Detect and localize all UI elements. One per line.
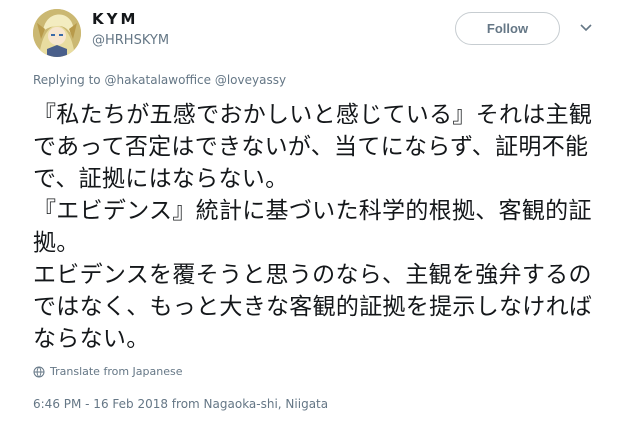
tweet-card: KYM @HRHSKYM Follow Replying to @hakatal… bbox=[0, 0, 628, 424]
author-handle[interactable]: @HRHSKYM bbox=[92, 33, 169, 48]
tweet-text: 『私たちが五感でおかしいと感じている』それは主観であって否定はできないが、当てに… bbox=[33, 102, 593, 352]
reply-mentions[interactable]: @hakatalawoffice @loveyassy bbox=[104, 73, 286, 87]
translate-label[interactable]: Translate from Japanese bbox=[50, 365, 182, 378]
follow-button[interactable]: Follow bbox=[455, 12, 560, 45]
avatar[interactable] bbox=[33, 9, 81, 57]
chevron-down-icon[interactable] bbox=[578, 20, 594, 36]
globe-icon bbox=[33, 366, 45, 377]
tweet-timestamp[interactable]: 6:46 PM - 16 Feb 2018 from Nagaoka-shi, … bbox=[33, 397, 328, 411]
replying-prefix: Replying to bbox=[33, 73, 101, 87]
translate-link[interactable]: Translate from Japanese bbox=[33, 365, 182, 378]
avatar-image bbox=[33, 9, 81, 57]
replying-to: Replying to @hakatalawoffice @loveyassy bbox=[33, 73, 286, 87]
author-name[interactable]: KYM bbox=[92, 10, 138, 28]
